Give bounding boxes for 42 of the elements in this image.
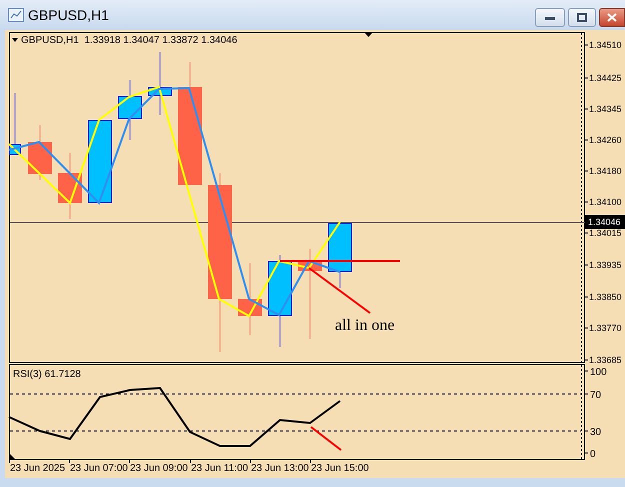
- candlestick: [118, 80, 142, 140]
- rsi-level-label: 30: [590, 427, 602, 438]
- price-label: 1.34015: [589, 228, 622, 238]
- dropdown-triangle-icon[interactable]: [12, 38, 18, 42]
- chart-annotation: all in one: [335, 317, 395, 334]
- price-label: 1.34510: [589, 40, 622, 50]
- window-title: GBPUSD,H1: [28, 6, 109, 24]
- time-label: 23 Jun 07:00: [70, 463, 128, 474]
- price-label: 1.34100: [589, 197, 622, 207]
- price-label: 1.34260: [589, 135, 622, 145]
- time-label: 23 Jun 09:00: [130, 463, 188, 474]
- time-label: 23 Jun 2025: [10, 463, 66, 474]
- time-label: 23 Jun 15:00: [311, 463, 369, 474]
- rsi-level-label: 100: [590, 367, 607, 378]
- candlestick: [328, 222, 352, 288]
- price-label: 1.34425: [589, 73, 622, 83]
- close-button[interactable]: [599, 8, 625, 27]
- minimize-button[interactable]: [535, 8, 565, 27]
- price-label: 1.33850: [589, 292, 622, 302]
- candlestick: [28, 124, 52, 180]
- price-label: 1.34345: [589, 104, 622, 114]
- candlestick: [148, 52, 172, 116]
- trend-line: [310, 426, 342, 451]
- chart-window-icon: [8, 8, 24, 22]
- close-icon: [607, 13, 617, 22]
- rsi-level-label: 70: [590, 390, 602, 401]
- chart-header: GBPUSD,H1 1.33918 1.34047 1.33872 1.34046: [21, 35, 238, 46]
- time-label: 23 Jun 11:00: [191, 463, 248, 474]
- current-price-label: 1.34046: [585, 215, 625, 229]
- minimize-icon: [545, 16, 555, 20]
- candlestick: [9, 92, 21, 156]
- price-label: 1.33685: [589, 355, 622, 365]
- restore-button[interactable]: [568, 8, 596, 27]
- restore-icon: [577, 13, 587, 22]
- price-label: 1.33770: [589, 323, 622, 333]
- rsi-level-label: 0: [590, 449, 596, 460]
- time-label: 23 Jun 13:00: [251, 463, 309, 474]
- indicator-label: RSI(3) 61.7128: [13, 369, 81, 380]
- candlestick: [58, 152, 82, 220]
- price-label: 1.33935: [589, 260, 622, 270]
- trend-line: [308, 267, 371, 314]
- price-label: 1.34180: [589, 166, 622, 176]
